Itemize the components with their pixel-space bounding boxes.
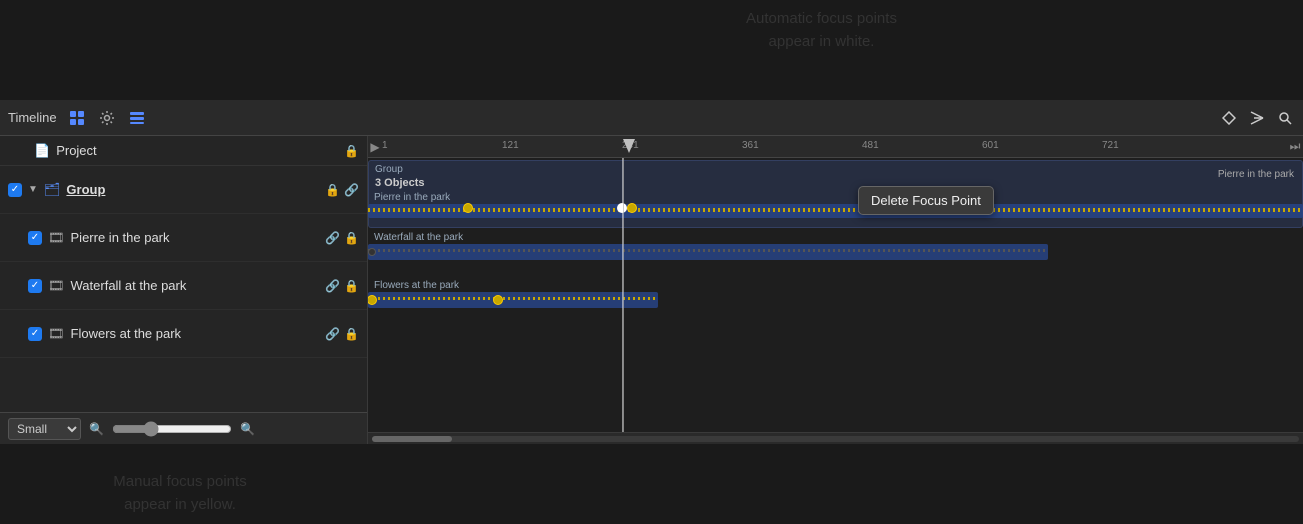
pierre-focus-yellow-2[interactable]: [627, 203, 637, 213]
group-checkbox[interactable]: [8, 183, 22, 197]
flowers-track: Flowers at the park: [368, 278, 1303, 328]
annotation-bottom-line1: Manual focus points: [0, 471, 360, 494]
scrollbar-thumb[interactable]: [372, 436, 452, 442]
pierre-lock-icon[interactable]: 🔒: [344, 231, 359, 245]
zoom-in-icon[interactable]: 🔍: [240, 422, 255, 436]
pierre-keyframe-dots: [368, 208, 1303, 212]
waterfall-file-icon: 🎞: [48, 278, 65, 294]
flowers-label: Flowers at the park: [71, 326, 320, 341]
flowers-clip-bar[interactable]: [368, 292, 658, 308]
annotation-top: Automatic focus points appear in white.: [340, 0, 1303, 53]
timeline-scrollbar[interactable]: [368, 432, 1303, 444]
delete-focus-point-tooltip[interactable]: Delete Focus Point: [858, 186, 994, 215]
ruler-mark-1: 1: [382, 140, 388, 151]
waterfall-lock-icon[interactable]: 🔒: [344, 279, 359, 293]
flowers-actions: 🔗 🔒: [325, 327, 359, 341]
sidebar-flowers-row[interactable]: 🎞 Flowers at the park 🔗 🔒: [0, 310, 367, 358]
zoom-out-icon[interactable]: 🔍: [89, 422, 104, 436]
zoom-slider[interactable]: [112, 421, 232, 437]
sidebar-waterfall-row[interactable]: 🎞 Waterfall at the park 🔗 🔒: [0, 262, 367, 310]
waterfall-keyframe-dots: [368, 249, 1048, 252]
waterfall-clip-header-label: Waterfall at the park: [374, 232, 463, 243]
scrollbar-track: [372, 436, 1299, 442]
main-content: 📄 Project 🔒 ▼ 🗂 Group 🔒 🔗 �: [0, 136, 1303, 444]
waterfall-link-icon[interactable]: 🔗: [325, 279, 340, 293]
project-file-icon: 📄: [34, 143, 50, 159]
project-label: Project: [56, 143, 338, 158]
header-left: Timeline: [8, 108, 147, 128]
group-header-label: Group: [375, 164, 403, 175]
waterfall-label: Waterfall at the park: [71, 278, 320, 293]
sidebar-pierre-row[interactable]: 🎞 Pierre in the park 🔗 🔒: [0, 214, 367, 262]
flowers-focus-yellow-2[interactable]: [493, 295, 503, 305]
annotation-top-line1: Automatic focus points: [340, 8, 1303, 31]
tooltip-label: Delete Focus Point: [871, 193, 981, 208]
size-select[interactable]: Small Medium Large: [8, 418, 81, 440]
waterfall-checkbox[interactable]: [28, 279, 42, 293]
pierre-checkbox[interactable]: [28, 231, 42, 245]
zoom-fit-icon[interactable]: [1275, 108, 1295, 128]
play-button[interactable]: ▶: [368, 140, 382, 154]
group-sub-label: 3 Objects: [375, 177, 425, 189]
annotation-bottom: Manual focus points appear in yellow.: [0, 467, 360, 524]
group-label: Group: [66, 182, 319, 197]
sidebar-project-row: 📄 Project 🔒: [0, 136, 367, 166]
footer-bar: Small Medium Large 🔍 🔍: [0, 412, 367, 444]
annotation-top-line2: appear in white.: [340, 31, 1303, 54]
pierre-clip-bar[interactable]: [368, 204, 1303, 218]
ruler-mark-601: 601: [982, 140, 999, 151]
pierre-file-icon: 🎞: [48, 230, 65, 246]
project-link-icon[interactable]: 🔒: [344, 144, 359, 158]
group-actions: 🔒 🔗: [325, 183, 359, 197]
flowers-keyframe-dots: [368, 297, 658, 300]
ruler-mark-481: 481: [862, 140, 879, 151]
flowers-file-icon: 🎞: [48, 326, 65, 342]
playhead-ruler-marker: [622, 136, 636, 158]
timeline-area: ▶ 1 121 241 361 481 601 721 ⏭: [368, 136, 1303, 444]
ruler-mark-121: 121: [502, 140, 519, 151]
pierre-actions: 🔗 🔒: [325, 231, 359, 245]
ruler-mark-361: 361: [742, 140, 759, 151]
main-ui: Timeline: [0, 100, 1303, 444]
flowers-lock-icon[interactable]: 🔒: [344, 327, 359, 341]
group-folder-icon: 🗂: [44, 182, 61, 198]
ruler-end-icon[interactable]: ⏭: [1287, 139, 1303, 154]
group-lock-icon[interactable]: 🔒: [325, 183, 340, 197]
project-actions: 🔒: [344, 144, 359, 158]
settings-icon[interactable]: [97, 108, 117, 128]
header-right: [1219, 108, 1295, 128]
diamond-icon[interactable]: [1219, 108, 1239, 128]
waterfall-actions: 🔗 🔒: [325, 279, 359, 293]
cut-icon[interactable]: [1247, 108, 1267, 128]
flowers-checkbox[interactable]: [28, 327, 42, 341]
group-right-label: Pierre in the park: [1218, 169, 1294, 180]
flowers-link-icon[interactable]: 🔗: [325, 327, 340, 341]
pierre-link-icon[interactable]: 🔗: [325, 231, 340, 245]
sidebar-group-row[interactable]: ▼ 🗂 Group 🔒 🔗: [0, 166, 367, 214]
ruler-marks: 1 121 241 361 481 601 721: [382, 136, 1287, 157]
pierre-clip-row: Pierre in the park: [368, 192, 1303, 222]
flowers-clip-header-label: Flowers at the park: [374, 280, 459, 291]
waterfall-track: Waterfall at the park: [368, 230, 1303, 276]
header-bar: Timeline: [0, 100, 1303, 136]
group-link-icon[interactable]: 🔗: [344, 183, 359, 197]
sidebar: 📄 Project 🔒 ▼ 🗂 Group 🔒 🔗 �: [0, 136, 368, 444]
waterfall-focus-dark[interactable]: [368, 248, 376, 256]
pierre-focus-white[interactable]: [617, 203, 627, 213]
annotation-bottom-line2: appear in yellow.: [0, 494, 360, 517]
pierre-label: Pierre in the park: [71, 230, 320, 245]
ruler: ▶ 1 121 241 361 481 601 721 ⏭: [368, 136, 1303, 158]
pierre-focus-yellow-1[interactable]: [463, 203, 473, 213]
timeline-title: Timeline: [8, 110, 57, 125]
pierre-clip-label: Pierre in the park: [374, 192, 450, 203]
stack-icon[interactable]: [127, 108, 147, 128]
grid-icon[interactable]: [67, 108, 87, 128]
ruler-mark-721: 721: [1102, 140, 1119, 151]
tracks-container: Group 3 Objects Pierre in the park Pierr…: [368, 158, 1303, 432]
group-triangle-icon[interactable]: ▼: [28, 184, 38, 195]
waterfall-clip-bar[interactable]: [368, 244, 1048, 260]
